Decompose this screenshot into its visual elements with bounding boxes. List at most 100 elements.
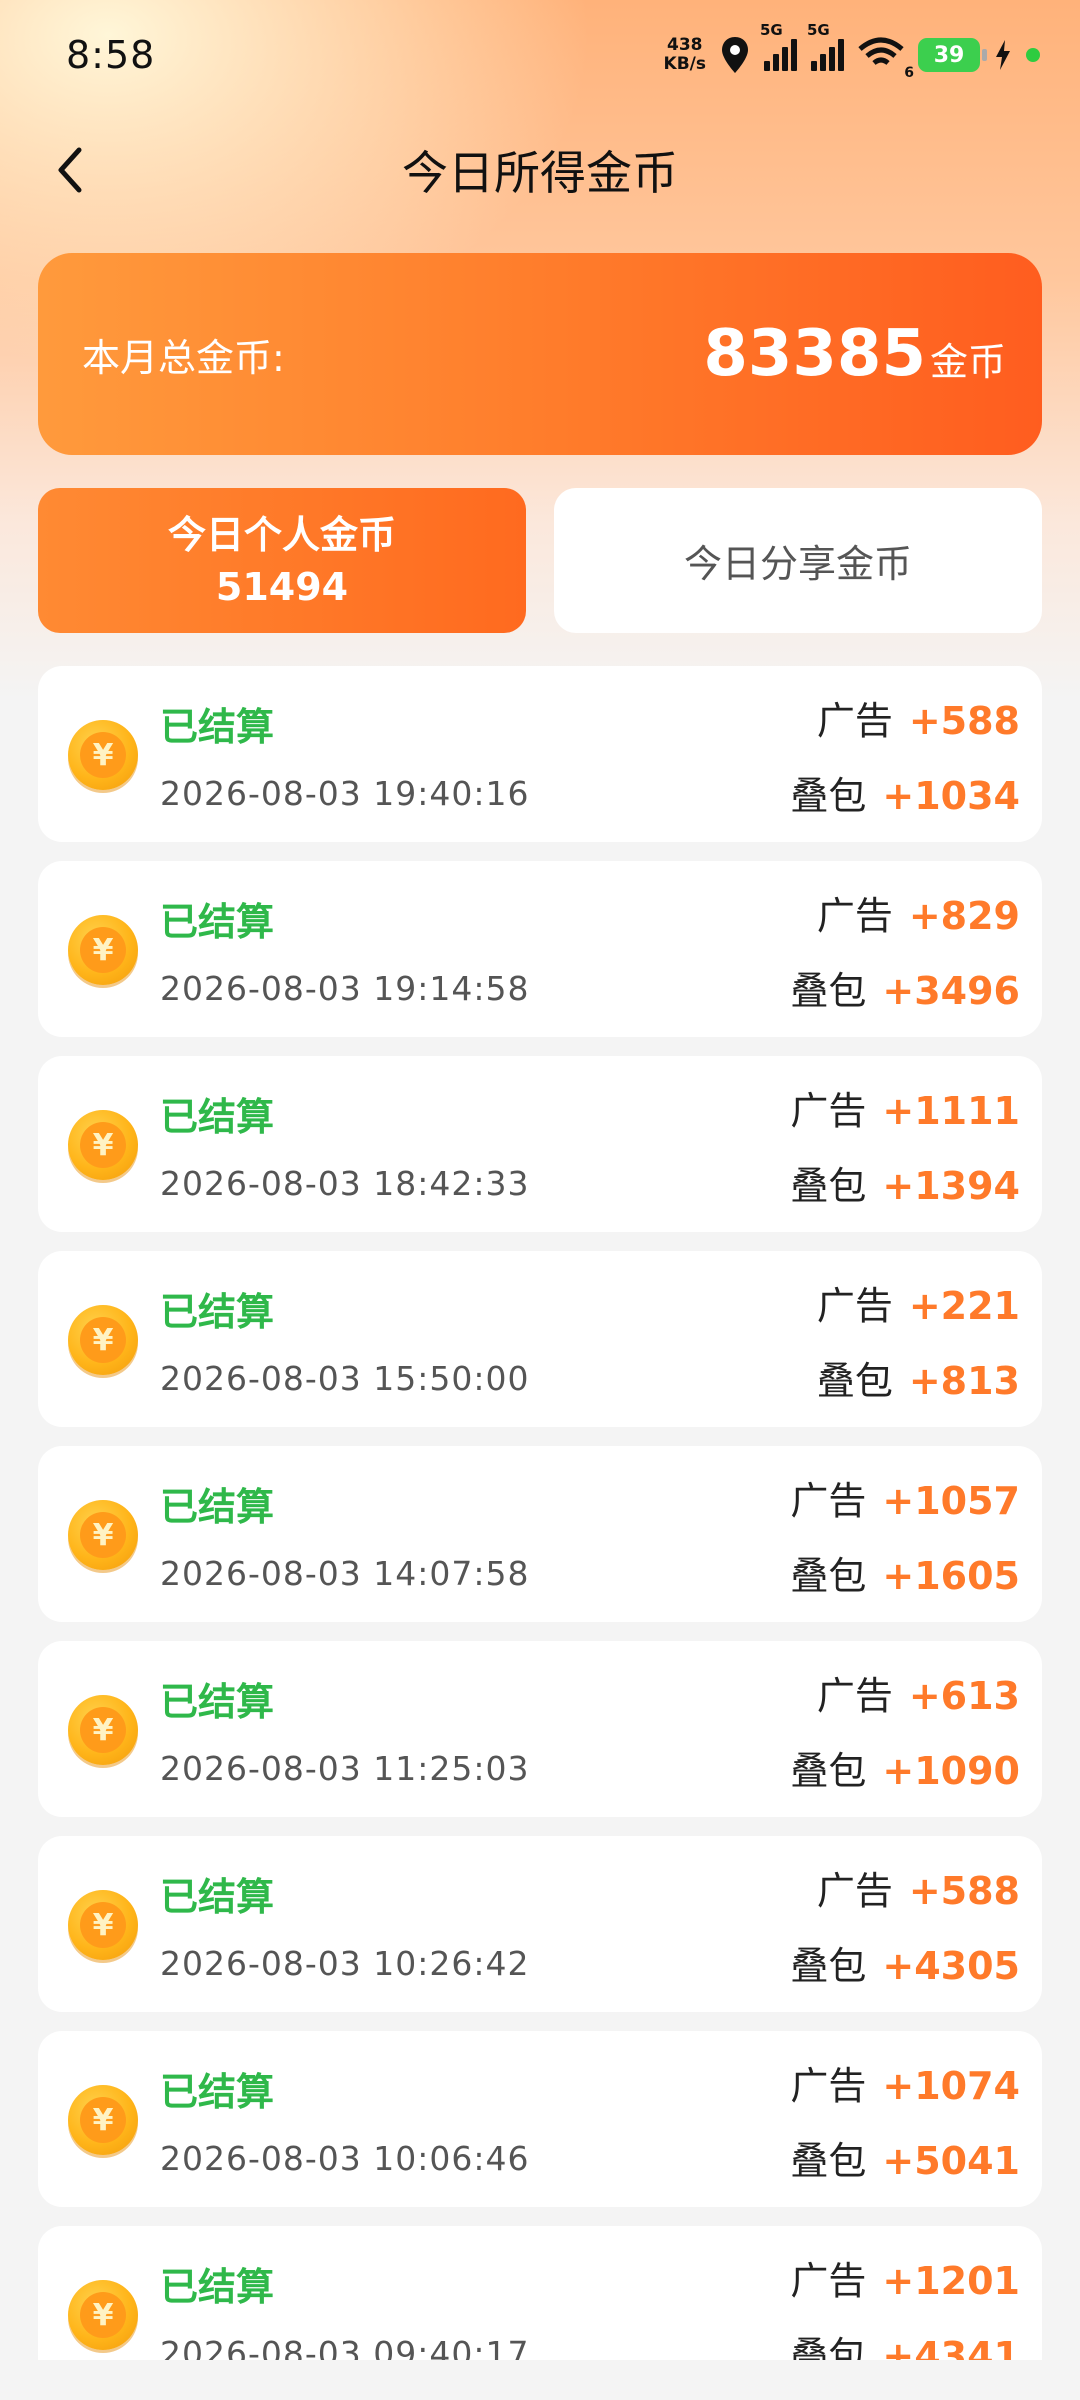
record-ad-amount: +613 (908, 1674, 1020, 1718)
coin-symbol: ¥ (80, 1902, 126, 1948)
record-ad-amount: +221 (908, 1284, 1020, 1328)
coin-symbol: ¥ (80, 1122, 126, 1168)
record-ad-line: 广告 +1057 (790, 1470, 1020, 1525)
record-pack-label: 叠包 (790, 774, 867, 818)
coin-icon: ¥ (68, 720, 138, 790)
list-item: ¥ 已结算 2026-08-03 11:25:03 广告 +613 叠包 +1090 (38, 1641, 1042, 1817)
nav-bar: 今日所得金币 (0, 130, 1080, 210)
record-status: 已结算 (160, 1290, 275, 1334)
list-item: ¥ 已结算 2026-08-03 18:42:33 广告 +1111 叠包 +139… (38, 1056, 1042, 1232)
coin-icon: ¥ (68, 2280, 138, 2350)
record-pack-amount: +3496 (882, 969, 1020, 1013)
record-ad-amount: +1074 (882, 2064, 1020, 2108)
network-speed-unit: KB/s (663, 54, 706, 74)
battery-icon: 39 (918, 38, 987, 72)
coin-icon: ¥ (68, 1890, 138, 1960)
record-ad-label: 广告 (790, 2259, 867, 2303)
signal-sim1-icon: 5G (760, 21, 797, 71)
record-pack-amount: +1090 (882, 1749, 1020, 1793)
record-pack-line: 叠包 +1605 (790, 1545, 1020, 1600)
list-item: ¥ 已结算 2026-08-03 19:14:58 广告 +829 叠包 +3496 (38, 861, 1042, 1037)
record-ad-label: 广告 (816, 699, 893, 743)
record-ad-line: 广告 +588 (817, 1860, 1020, 1915)
status-bar: 8:58 438 KB/s 5G 5G 6 39 (0, 0, 1080, 110)
coin-icon: ¥ (68, 1305, 138, 1375)
coin-icon: ¥ (68, 1500, 138, 1570)
record-pack-amount: +1605 (882, 1554, 1020, 1598)
record-pack-label: 叠包 (790, 1749, 867, 1793)
record-ad-label: 广告 (790, 1089, 867, 1133)
tab-share-label: 今日分享金币 (683, 542, 912, 586)
charging-icon (996, 40, 1010, 70)
record-ad-line: 广告 +829 (817, 885, 1020, 940)
coin-symbol: ¥ (80, 2292, 126, 2338)
coin-icon: ¥ (68, 1110, 138, 1180)
record-datetime: 2026-08-03 19:40:16 (160, 774, 530, 813)
page-title: 今日所得金币 (402, 146, 678, 200)
record-pack-line: 叠包 +813 (817, 1350, 1020, 1405)
record-pack-amount: +813 (908, 1359, 1020, 1403)
record-pack-line: 叠包 +1090 (790, 1740, 1020, 1795)
record-ad-line: 广告 +1074 (790, 2055, 1020, 2110)
record-ad-label: 广告 (790, 1479, 867, 1523)
month-total-unit: 金币 (929, 340, 1006, 384)
record-list: ¥ 已结算 2026-08-03 19:40:16 广告 +588 叠包 +1034… (38, 666, 1042, 2400)
record-pack-amount: +4305 (882, 1944, 1020, 1988)
record-pack-label: 叠包 (790, 1944, 867, 1988)
list-item: ¥ 已结算 2026-08-03 10:26:42 广告 +588 叠包 +4305 (38, 1836, 1042, 2012)
record-pack-line: 叠包 +1034 (790, 765, 1020, 820)
record-pack-line: 叠包 +5041 (790, 2130, 1020, 2185)
record-ad-amount: +588 (908, 1869, 1020, 1913)
record-status: 已结算 (160, 1485, 275, 1529)
status-icons: 438 KB/s 5G 5G 6 39 (664, 21, 1040, 81)
month-total-label: 本月总金币: (82, 335, 285, 380)
record-status: 已结算 (160, 2070, 275, 2114)
list-item: ¥ 已结算 2026-08-03 19:40:16 广告 +588 叠包 +1034 (38, 666, 1042, 842)
record-status: 已结算 (160, 1680, 275, 1724)
tab-personal-coins[interactable]: 今日个人金币 51494 (38, 488, 526, 633)
record-ad-label: 广告 (816, 1869, 893, 1913)
month-total-value: 83385 (703, 317, 926, 391)
record-datetime: 2026-08-03 15:50:00 (160, 1359, 530, 1398)
list-item: ¥ 已结算 2026-08-03 15:50:00 广告 +221 叠包 +813 (38, 1251, 1042, 1427)
record-status: 已结算 (160, 1095, 275, 1139)
record-pack-label: 叠包 (790, 1554, 867, 1598)
record-ad-line: 广告 +588 (817, 690, 1020, 745)
record-status: 已结算 (160, 900, 275, 944)
record-ad-label: 广告 (790, 2064, 867, 2108)
network-speed: 438 KB/s (664, 36, 706, 74)
record-pack-amount: +1394 (882, 1164, 1020, 1208)
record-ad-line: 广告 +613 (817, 1665, 1020, 1720)
coin-symbol: ¥ (80, 732, 126, 778)
record-pack-amount: +5041 (882, 2139, 1020, 2183)
coin-symbol: ¥ (80, 1512, 126, 1558)
record-pack-label: 叠包 (790, 1164, 867, 1208)
record-ad-label: 广告 (816, 1284, 893, 1328)
location-icon (722, 37, 748, 73)
record-ad-amount: +1111 (882, 1089, 1020, 1133)
record-ad-line: 广告 +221 (817, 1275, 1020, 1330)
record-ad-amount: +1201 (882, 2259, 1020, 2303)
active-dot-icon (1026, 48, 1040, 62)
back-button[interactable] (40, 140, 100, 200)
record-status: 已结算 (160, 2265, 275, 2309)
list-item: ¥ 已结算 2026-08-03 10:06:46 广告 +1074 叠包 +504… (38, 2031, 1042, 2207)
record-ad-line: 广告 +1201 (790, 2250, 1020, 2305)
record-pack-label: 叠包 (790, 2139, 867, 2183)
month-total-amount: 83385 金币 (703, 317, 1006, 391)
record-datetime: 2026-08-03 19:14:58 (160, 969, 530, 1008)
record-datetime: 2026-08-03 11:25:03 (160, 1749, 530, 1788)
record-status: 已结算 (160, 1875, 275, 1919)
battery-level: 39 (933, 42, 965, 68)
record-pack-label: 叠包 (790, 969, 867, 1013)
list-item: ¥ 已结算 2026-08-03 14:07:58 广告 +1057 叠包 +160… (38, 1446, 1042, 1622)
record-datetime: 2026-08-03 10:06:46 (160, 2139, 530, 2178)
sim2-label: 5G (807, 21, 830, 39)
status-time: 8:58 (66, 33, 156, 77)
record-ad-amount: +588 (908, 699, 1020, 743)
tab-share-coins[interactable]: 今日分享金币 (554, 488, 1042, 633)
coin-icon: ¥ (68, 915, 138, 985)
coin-symbol: ¥ (80, 2097, 126, 2143)
record-ad-amount: +1057 (882, 1479, 1020, 1523)
record-ad-label: 广告 (816, 1674, 893, 1718)
